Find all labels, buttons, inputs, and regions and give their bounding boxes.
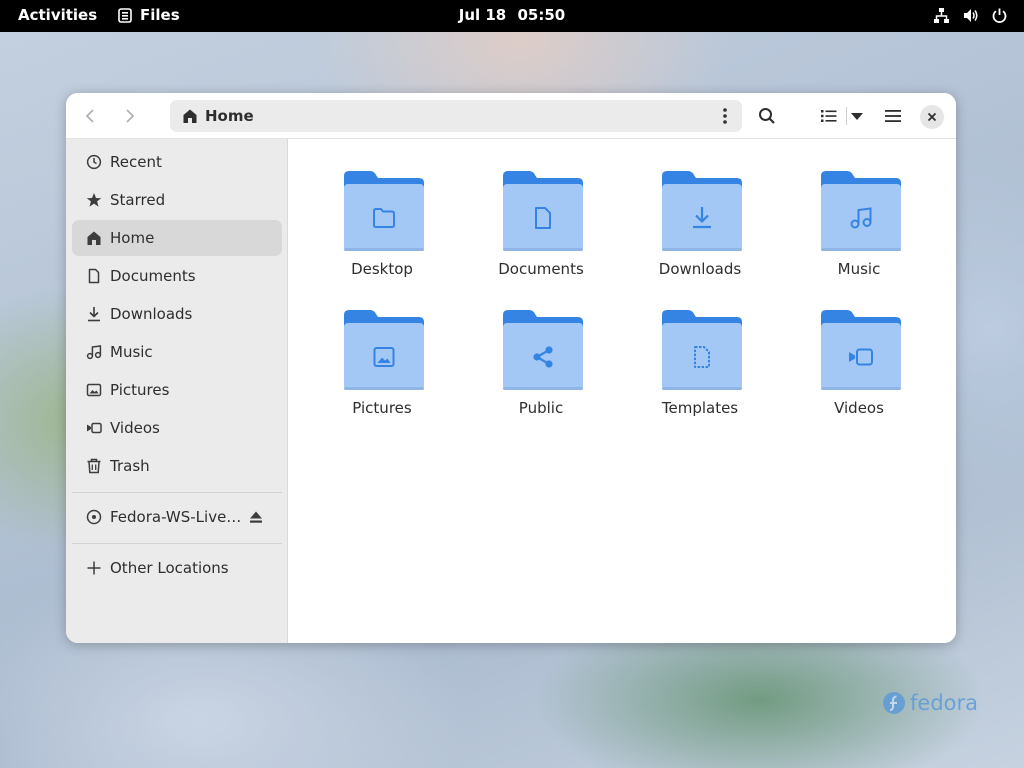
list-view-icon [821,110,837,122]
sidebar-item-pictures[interactable]: Pictures [72,372,282,408]
folder-item-documents[interactable]: Documents [466,171,616,301]
folder-item-desktop[interactable]: Desktop [307,171,457,301]
power-icon [992,8,1007,23]
clock-date: Jul 18 [458,6,507,24]
clock-time: 05:50 [517,6,566,24]
forward-button[interactable] [116,103,142,129]
folder-item-videos[interactable]: Videos [784,310,934,440]
sidebar-item-label: Trash [110,457,150,475]
file-label: Public [518,399,564,417]
hamburger-icon [885,110,901,122]
document-icon [88,268,100,284]
file-label: Desktop [351,260,413,278]
sidebar-item-label: Downloads [110,305,193,323]
sidebar-item-label: Documents [110,267,196,285]
star-icon [86,193,102,207]
sidebar-item-other-locations[interactable]: Other Locations [72,550,282,586]
file-label: Documents [498,260,584,278]
clock-icon [86,154,102,170]
path-menu-icon[interactable] [718,106,732,126]
triangle-down-icon [851,113,863,120]
trash-icon [87,458,101,474]
sidebar: Recent Starred Home Documents Downloads … [66,139,288,643]
wallpaper-logo: fedora [882,691,978,715]
sidebar-item-fedora-live[interactable]: Fedora-WS-Live… [72,499,282,535]
search-button[interactable] [754,103,780,129]
folder-icon [344,171,424,251]
sidebar-item-label: Recent [110,153,162,171]
view-options-button[interactable] [848,103,866,129]
sidebar-item-downloads[interactable]: Downloads [72,296,282,332]
files-window: Home Recent Starred Home Documents Downl… [66,93,956,643]
file-label: Videos [834,399,884,417]
sidebar-item-label: Home [110,229,155,247]
folder-item-public[interactable]: Public [466,310,616,440]
sidebar-item-label: Music [110,343,153,361]
folder-icon [344,310,424,390]
close-button[interactable] [920,105,944,129]
sidebar-item-recent[interactable]: Recent [72,144,282,180]
network-icon [934,8,949,23]
folder-icon [662,171,742,251]
folder-icon [821,310,901,390]
sidebar-item-label: Other Locations [110,559,229,577]
volume-icon [964,9,978,22]
sidebar-separator [72,543,282,544]
clock[interactable]: Jul 18 05:50 [0,6,1024,24]
eject-icon[interactable] [248,509,264,525]
chevron-left-icon [85,109,94,123]
fedora-logo-icon [883,692,905,714]
wallpaper-logo-text: fedora [910,691,978,715]
home-icon [183,109,197,123]
folder-icon [503,171,583,251]
disc-icon [86,509,102,525]
path-label[interactable]: Home [205,107,254,125]
folder-item-music[interactable]: Music [784,171,934,301]
folder-icon [662,310,742,390]
view-separator [846,107,847,125]
music-icon [86,345,102,360]
sidebar-item-label: Videos [110,419,160,437]
file-label: Music [837,260,881,278]
download-icon [88,307,100,322]
folder-item-templates[interactable]: Templates [625,310,775,440]
plus-icon [87,561,101,575]
search-icon [759,108,775,124]
sidebar-item-label: Fedora-WS-Live… [110,508,242,526]
home-icon [87,231,101,245]
main-menu-button[interactable] [882,103,904,129]
sidebar-item-home[interactable]: Home [72,220,282,256]
file-label: Templates [661,399,739,417]
sidebar-item-music[interactable]: Music [72,334,282,370]
sidebar-item-documents[interactable]: Documents [72,258,282,294]
system-tray[interactable] [933,7,1008,24]
file-label: Downloads [658,260,742,278]
chevron-right-icon [126,109,135,123]
sidebar-item-label: Pictures [110,381,170,399]
list-view-button[interactable] [818,103,840,129]
path-bar[interactable]: Home [170,100,742,132]
folder-item-pictures[interactable]: Pictures [307,310,457,440]
header-bar: Home [66,93,956,139]
picture-icon [86,383,102,397]
sidebar-item-label: Starred [110,191,166,209]
sidebar-item-starred[interactable]: Starred [72,182,282,218]
top-bar: Activities Files Jul 18 05:50 [0,0,1024,32]
folder-item-downloads[interactable]: Downloads [625,171,775,301]
sidebar-item-trash[interactable]: Trash [72,448,282,484]
folder-icon [503,310,583,390]
video-icon [87,422,102,434]
back-button[interactable] [78,103,104,129]
file-label: Pictures [352,399,412,417]
folder-icon [821,171,901,251]
close-icon [927,112,937,122]
sidebar-item-videos[interactable]: Videos [72,410,282,446]
sidebar-separator [72,492,282,493]
file-grid: Desktop Documents Downloads Music Pictur… [288,139,956,643]
